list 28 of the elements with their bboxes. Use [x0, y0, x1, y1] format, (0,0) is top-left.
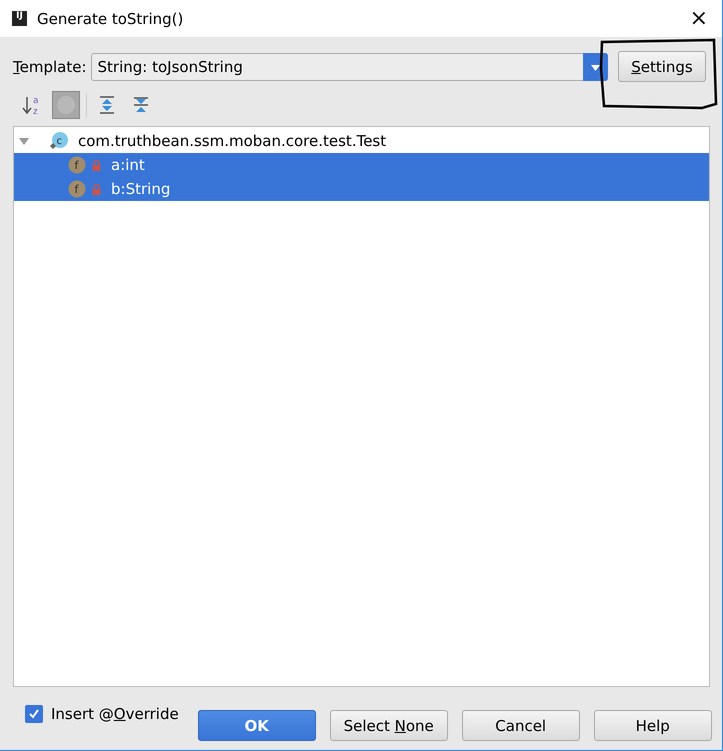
ok-button[interactable]: OK: [198, 710, 316, 741]
tree-item-label: b:String: [111, 180, 170, 198]
dialog-button[interactable]: Help: [594, 710, 712, 741]
field-icon: f: [68, 180, 86, 198]
override-label: Insert @Override: [51, 705, 179, 723]
app-icon: IJ: [12, 11, 27, 26]
checkmark-icon: [28, 708, 40, 720]
dialog-button[interactable]: Select None: [330, 710, 448, 741]
collapse-all-icon: [132, 96, 150, 114]
override-checkbox[interactable]: [25, 705, 43, 723]
close-button[interactable]: ×: [686, 6, 712, 31]
tree-item-label: a:int: [111, 156, 145, 174]
tree-row[interactable]: f a:int: [14, 153, 709, 177]
dialog-button[interactable]: Cancel: [462, 710, 580, 741]
lock-icon: [92, 184, 101, 194]
toolbar-toggle[interactable]: [52, 91, 80, 119]
expand-all-icon: [98, 96, 116, 114]
lock-icon: [92, 160, 101, 170]
tree-row[interactable]: c com.truthbean.ssm.moban.core.test.Test: [14, 129, 709, 153]
template-dropdown[interactable]: String: toJsonString: [90, 52, 608, 80]
settings-button[interactable]: Settings: [618, 51, 706, 82]
expand-toggle-icon[interactable]: [18, 135, 30, 147]
tree-row[interactable]: f b:String: [14, 177, 709, 201]
toolbar-toggle[interactable]: a z: [18, 91, 46, 119]
window-title: Generate toString(): [37, 10, 184, 28]
template-label: Template:: [13, 58, 87, 76]
field-icon: f: [68, 156, 86, 174]
tree-item-label: com.truthbean.ssm.moban.core.test.Test: [78, 132, 386, 150]
